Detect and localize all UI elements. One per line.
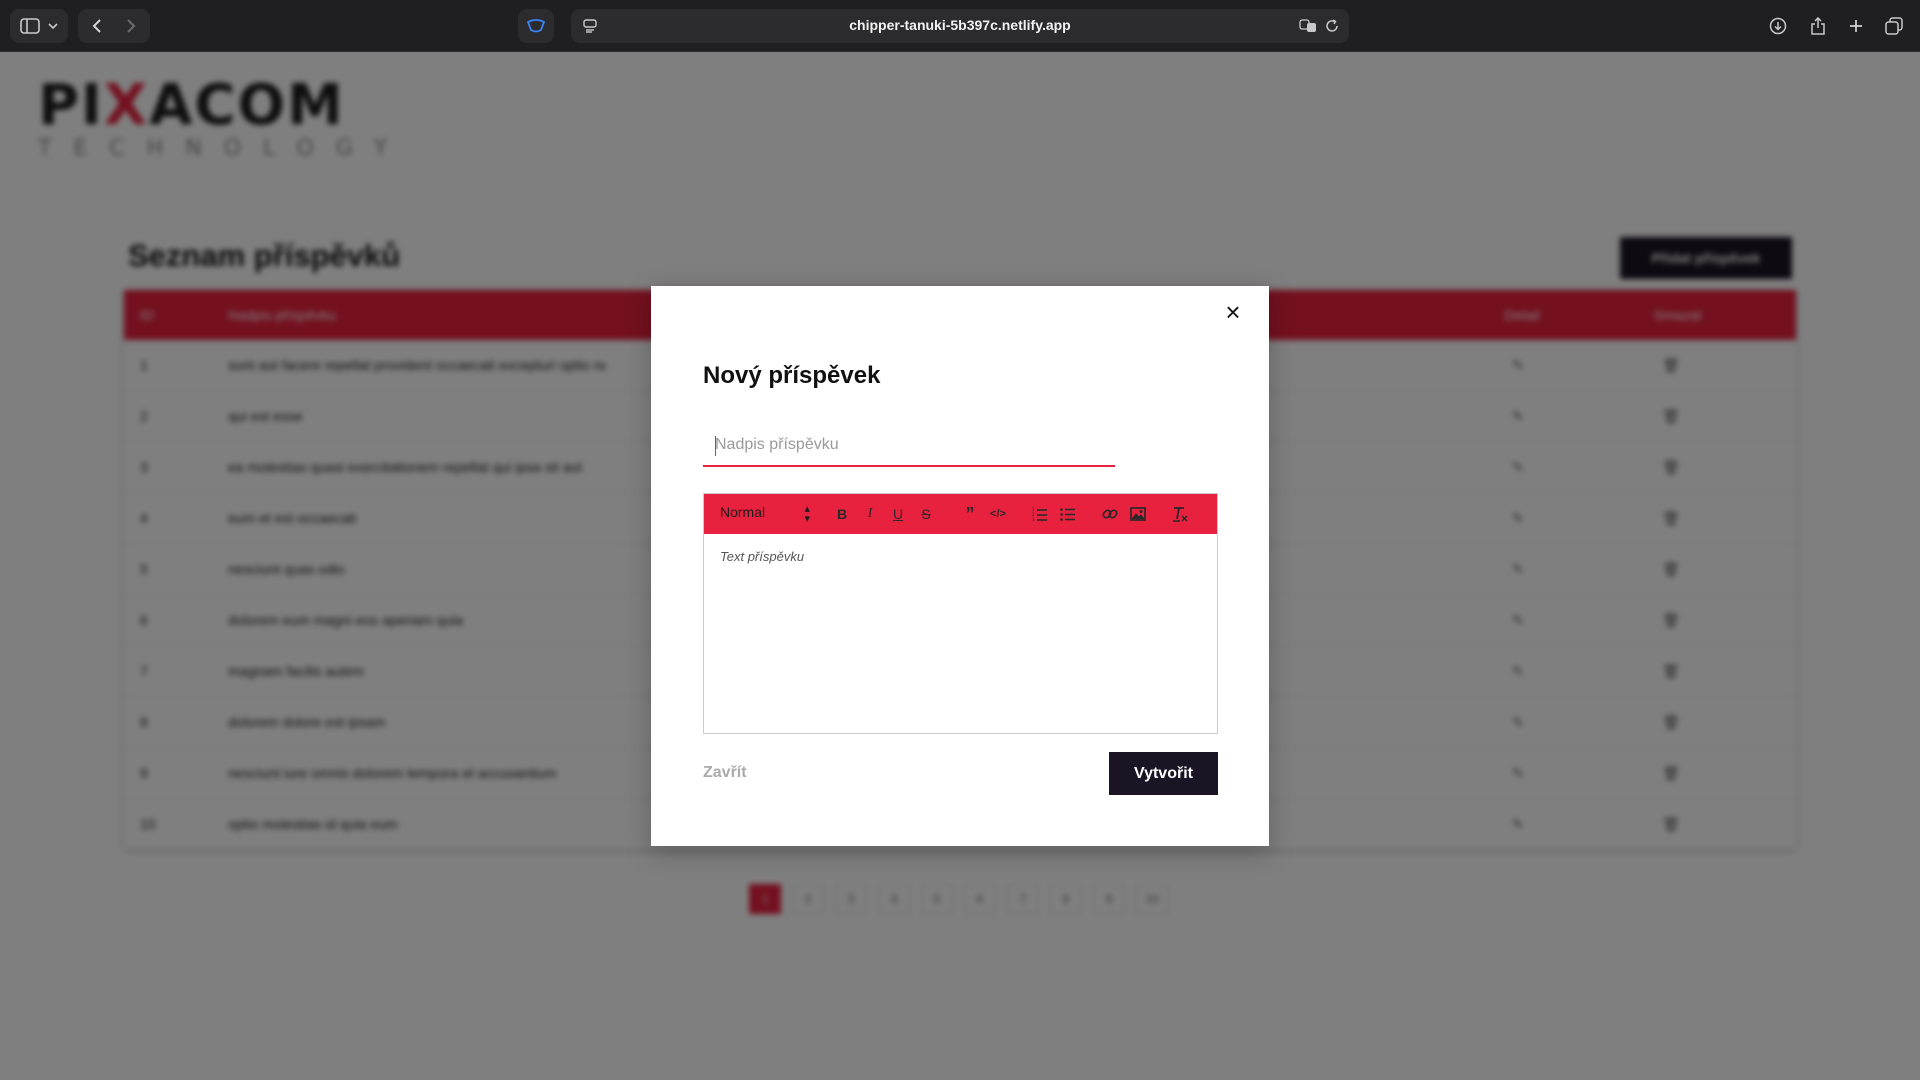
plus-icon <box>1850 20 1862 32</box>
share-button[interactable] <box>1804 12 1832 40</box>
ordered-list-icon[interactable]: 123 <box>1030 504 1050 524</box>
svg-text:3: 3 <box>1032 517 1035 521</box>
download-button[interactable] <box>1764 12 1792 40</box>
tab-overview-button[interactable] <box>1880 12 1908 40</box>
editor-content[interactable]: Text příspěvku <box>704 534 1217 733</box>
format-select-value: Normal <box>720 504 766 520</box>
forward-button[interactable] <box>114 18 148 34</box>
close-modal-button[interactable]: Zavřít <box>703 764 747 782</box>
link-icon[interactable] <box>1100 504 1120 524</box>
underline-icon[interactable]: U <box>888 504 908 524</box>
history-nav <box>78 9 150 43</box>
create-post-button[interactable]: Vytvořit <box>1109 752 1218 795</box>
clear-format-icon[interactable] <box>1170 504 1190 524</box>
post-title-input[interactable] <box>703 424 1115 467</box>
tabs-icon <box>1885 17 1903 35</box>
editor-toolbar: Normal ▴ ▾ B I U S ” </> 123 <box>704 494 1217 534</box>
address-bar[interactable]: chipper-tanuki-5b397c.netlify.app <box>571 9 1349 43</box>
forward-icon <box>127 19 136 33</box>
reload-icon[interactable] <box>1325 19 1339 33</box>
new-tab-button[interactable] <box>1842 12 1870 40</box>
code-icon[interactable]: </> <box>988 504 1008 524</box>
sidebar-toggle-button[interactable] <box>10 9 68 43</box>
privacy-button[interactable] <box>518 9 554 43</box>
rich-text-editor: Normal ▴ ▾ B I U S ” </> 123 Text příspě… <box>703 493 1218 734</box>
back-icon <box>92 19 101 33</box>
chevron-down-icon <box>48 23 58 30</box>
close-icon[interactable]: × <box>1221 299 1245 325</box>
strike-icon[interactable]: S <box>916 504 936 524</box>
share-icon <box>1811 17 1825 35</box>
bullet-list-icon[interactable] <box>1058 504 1078 524</box>
text-caret <box>715 436 716 456</box>
url-text: chipper-tanuki-5b397c.netlify.app <box>849 17 1071 33</box>
shield-icon <box>526 19 546 33</box>
blockquote-icon[interactable]: ” <box>960 504 980 524</box>
sidebar-icon <box>20 18 40 34</box>
download-icon <box>1769 17 1787 35</box>
new-post-modal: × Nový příspěvek Normal ▴▾ B I U S ” </>… <box>651 286 1269 846</box>
image-icon[interactable] <box>1128 504 1148 524</box>
translate-icon[interactable] <box>1299 19 1317 33</box>
format-select[interactable]: Normal ▴ ▾ <box>720 503 810 525</box>
bold-icon[interactable]: B <box>832 504 852 524</box>
italic-icon[interactable]: I <box>860 504 880 524</box>
browser-toolbar: chipper-tanuki-5b397c.netlify.app <box>0 0 1920 52</box>
select-arrows-icon: ▴ ▾ <box>804 503 810 525</box>
back-button[interactable] <box>80 18 114 34</box>
modal-title: Nový příspěvek <box>703 362 881 389</box>
